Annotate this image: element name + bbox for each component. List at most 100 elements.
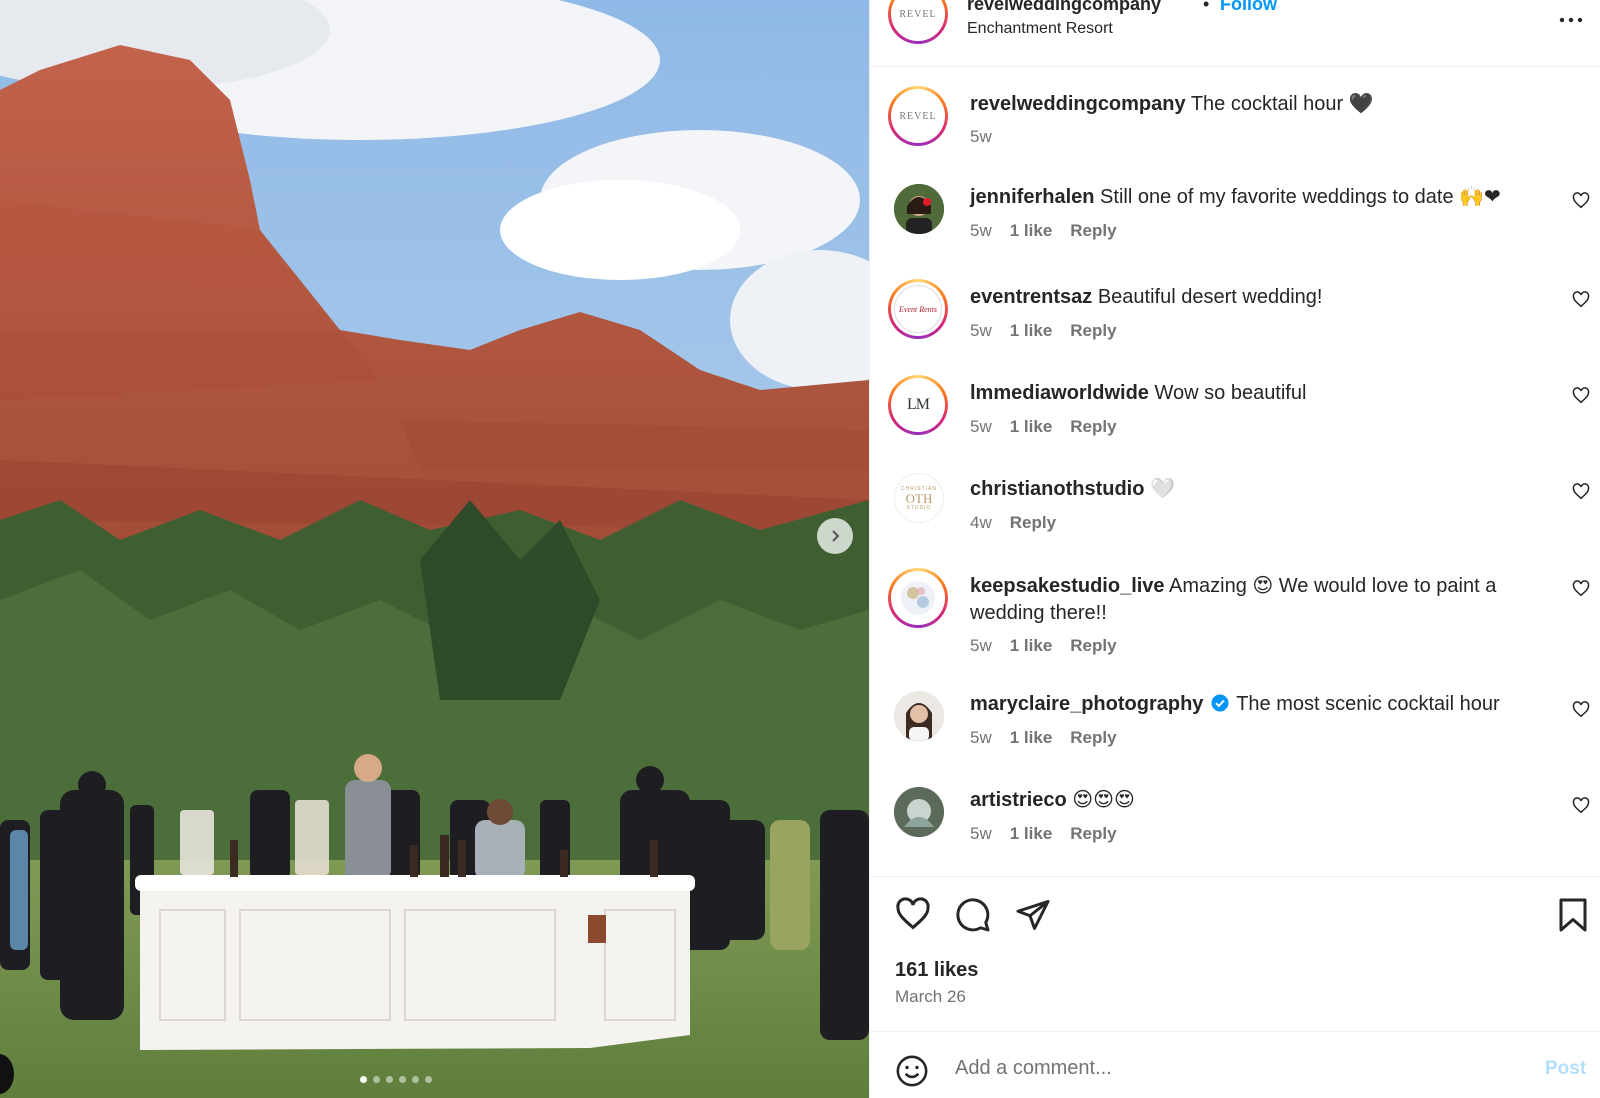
post-actions: 161 likes March 26: [870, 876, 1600, 1031]
comment-input[interactable]: [955, 1050, 1515, 1086]
like-comment-button[interactable]: [1572, 701, 1590, 723]
commenter-avatar[interactable]: [894, 787, 944, 837]
comment-likes[interactable]: 1 like: [1010, 824, 1053, 844]
save-button[interactable]: [1557, 897, 1589, 938]
reply-button[interactable]: Reply: [1010, 513, 1056, 533]
revel-logo: REVEL: [899, 110, 937, 122]
commenter-avatar[interactable]: LM: [888, 375, 948, 435]
author-username[interactable]: revelweddingcompany: [967, 0, 1161, 15]
user-photo-icon: [894, 691, 944, 741]
verified-badge-icon: [1211, 693, 1229, 720]
reply-button[interactable]: Reply: [1070, 824, 1116, 844]
comment-username[interactable]: artistrieco: [970, 789, 1067, 811]
post-photo: [0, 0, 869, 1098]
chevron-right-icon: [832, 530, 840, 542]
carousel-dot: [373, 1076, 380, 1083]
carousel-dot: [386, 1076, 393, 1083]
comments-list[interactable]: REVEL revelweddingcompany The cocktail h…: [870, 67, 1600, 876]
comment-time[interactable]: 4w: [970, 513, 992, 533]
caption-avatar[interactable]: REVEL: [888, 86, 948, 146]
reply-button[interactable]: Reply: [1070, 636, 1116, 656]
lm-logo: LM: [907, 396, 930, 413]
share-button[interactable]: [1015, 897, 1051, 938]
comment-time[interactable]: 5w: [970, 417, 992, 437]
heart-icon: [1572, 291, 1590, 308]
commenter-avatar[interactable]: CHRISTIAN OTH STUDIO: [894, 473, 944, 523]
comment-username[interactable]: keepsakestudio_live: [970, 575, 1165, 597]
like-comment-button[interactable]: [1572, 387, 1590, 409]
reply-button[interactable]: Reply: [1070, 417, 1116, 437]
comment-text: Wow so beautiful: [1154, 382, 1307, 404]
like-comment-button[interactable]: [1572, 192, 1590, 214]
post-comment-button[interactable]: Post: [1545, 1058, 1586, 1080]
heart-icon: [1572, 192, 1590, 209]
heart-icon: [1572, 483, 1590, 500]
post-location[interactable]: Enchantment Resort: [967, 20, 1113, 38]
like-button[interactable]: [895, 897, 931, 936]
comment-likes[interactable]: 1 like: [1010, 321, 1053, 341]
comment-time[interactable]: 5w: [970, 824, 992, 844]
send-icon: [1016, 900, 1050, 930]
comment-username[interactable]: lmmediaworldwide: [970, 382, 1149, 404]
comment-time[interactable]: 5w: [970, 636, 992, 656]
carousel-dot: [399, 1076, 406, 1083]
commenter-avatar[interactable]: Event Rents: [888, 279, 948, 339]
smiley-icon: [896, 1055, 928, 1087]
post-side-panel: REVEL revelweddingcompany • Follow Encha…: [869, 0, 1600, 1098]
comment-time[interactable]: 5w: [970, 728, 992, 748]
heart-icon: [1572, 797, 1590, 814]
like-comment-button[interactable]: [1572, 797, 1590, 819]
carousel-indicator: [360, 1076, 432, 1083]
keepsake-logo-icon: [901, 581, 935, 615]
post-header: REVEL revelweddingcompany • Follow Encha…: [870, 0, 1600, 67]
header-separator: •: [1203, 0, 1210, 14]
follow-button[interactable]: Follow: [1220, 0, 1277, 15]
comment-username[interactable]: maryclaire_photography: [970, 693, 1203, 715]
comment-time[interactable]: 5w: [970, 221, 992, 241]
comment-likes[interactable]: 1 like: [1010, 417, 1053, 437]
more-options-button[interactable]: [1559, 4, 1583, 30]
caption-text: The cocktail hour 🖤: [1190, 93, 1374, 115]
comment-text: 😍😍😍: [1072, 789, 1135, 811]
comment-text: The most scenic cocktail hour: [1236, 693, 1500, 715]
commenter-avatar[interactable]: [888, 568, 948, 628]
comment-bubble-icon: [956, 898, 990, 932]
caption-time[interactable]: 5w: [970, 127, 992, 147]
bookmark-icon: [1559, 898, 1587, 932]
reply-button[interactable]: Reply: [1070, 221, 1116, 241]
comment-button[interactable]: [955, 897, 991, 938]
like-comment-button[interactable]: [1572, 483, 1590, 505]
comment-username[interactable]: eventrentsaz: [970, 286, 1092, 308]
likes-count[interactable]: 161 likes: [895, 959, 978, 982]
heart-icon: [1572, 701, 1590, 718]
author-avatar[interactable]: REVEL: [888, 0, 948, 44]
commenter-avatar[interactable]: [894, 691, 944, 741]
heart-icon: [896, 897, 930, 930]
comment-time[interactable]: 5w: [970, 321, 992, 341]
reply-button[interactable]: Reply: [1070, 321, 1116, 341]
like-comment-button[interactable]: [1572, 580, 1590, 602]
carousel-dot: [425, 1076, 432, 1083]
comment-likes[interactable]: 1 like: [1010, 728, 1053, 748]
more-horizontal-icon: [1559, 17, 1583, 23]
like-comment-button[interactable]: [1572, 291, 1590, 313]
comment-username[interactable]: christianothstudio: [970, 478, 1144, 500]
christian-oth-logo-bottom: STUDIO: [906, 504, 932, 511]
commenter-avatar[interactable]: [894, 184, 944, 234]
comment-likes[interactable]: 1 like: [1010, 221, 1053, 241]
reply-button[interactable]: Reply: [1070, 728, 1116, 748]
event-rents-logo: Event Rents: [899, 304, 937, 314]
post-date[interactable]: March 26: [895, 987, 966, 1007]
caption-username[interactable]: revelweddingcompany: [970, 93, 1186, 115]
christian-oth-logo: OTH: [905, 490, 933, 506]
carousel-next-button[interactable]: [817, 518, 853, 554]
comment-text: 🤍: [1150, 478, 1175, 500]
comment-text: Still one of my favorite weddings to dat…: [1100, 186, 1501, 208]
user-photo-icon: [894, 787, 944, 837]
comment-likes[interactable]: 1 like: [1010, 636, 1053, 656]
emoji-picker-button[interactable]: [895, 1054, 929, 1093]
comment-username[interactable]: jenniferhalen: [970, 186, 1094, 208]
comment-text: Beautiful desert wedding!: [1097, 286, 1323, 308]
user-photo-icon: [894, 184, 944, 234]
carousel-dot: [412, 1076, 419, 1083]
